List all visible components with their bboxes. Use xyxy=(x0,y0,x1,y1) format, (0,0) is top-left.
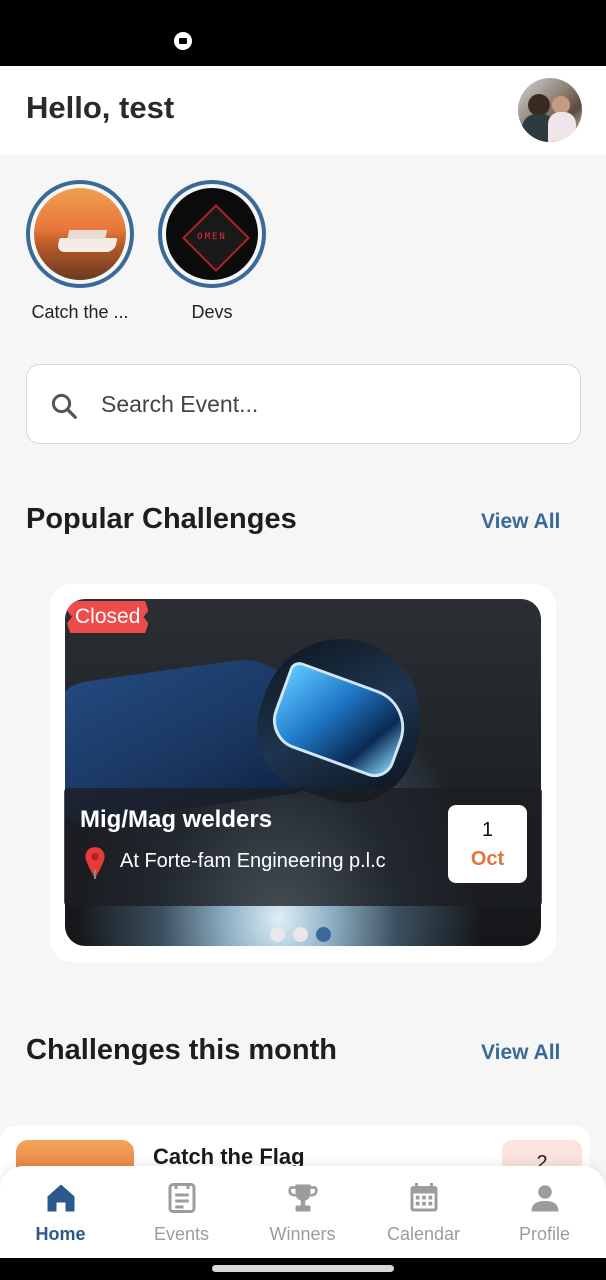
story-ring[interactable]: OMEN xyxy=(158,180,266,288)
home-gesture-handle[interactable] xyxy=(212,1265,394,1272)
location-pin-icon xyxy=(82,846,108,885)
story-item[interactable]: Catch the ... xyxy=(26,180,134,323)
story-label: Devs xyxy=(191,302,233,322)
challenge-date-day: 1 xyxy=(481,819,494,841)
section-title-popular: Popular Challenges xyxy=(26,503,297,535)
status-bar xyxy=(0,0,606,66)
nav-home[interactable]: Home xyxy=(0,1166,121,1258)
user-avatar[interactable] xyxy=(518,78,582,142)
story-image-omen-logo: OMEN xyxy=(166,188,258,280)
challenge-location: At Forte-fam Engineering p.l.c xyxy=(120,850,386,872)
carousel-dot[interactable] xyxy=(293,927,308,942)
profile-icon xyxy=(527,1180,563,1216)
search-bar[interactable] xyxy=(26,364,581,444)
closed-badge: Closed xyxy=(67,601,149,633)
nav-winners[interactable]: Winners xyxy=(242,1166,363,1258)
gesture-bar xyxy=(0,1258,606,1280)
section-title-month: Challenges this month xyxy=(26,1034,337,1066)
challenge-info-bar: Mig/Mag welders At Forte-fam Engineering… xyxy=(64,788,542,906)
story-item[interactable]: OMEN Devs xyxy=(158,180,266,323)
nav-events[interactable]: Events xyxy=(121,1166,242,1258)
story-ring[interactable] xyxy=(26,180,134,288)
view-all-popular-link[interactable]: View All xyxy=(481,510,560,534)
challenge-date-box: 1 Oct xyxy=(448,805,527,883)
nav-calendar-label: Calendar xyxy=(386,1224,461,1244)
home-icon xyxy=(43,1180,79,1216)
greeting-title: Hello, test xyxy=(26,90,175,125)
nav-winners-label: Winners xyxy=(269,1224,336,1244)
nav-calendar[interactable]: Calendar xyxy=(363,1166,484,1258)
carousel-dot[interactable] xyxy=(270,927,285,942)
app-header: Hello, test xyxy=(0,66,606,155)
view-all-month-link[interactable]: View All xyxy=(481,1041,560,1065)
story-label: Catch the ... xyxy=(31,302,129,322)
story-image-cruise-ship xyxy=(34,188,126,280)
nav-profile[interactable]: Profile xyxy=(484,1166,605,1258)
search-input[interactable] xyxy=(101,387,551,421)
trophy-icon xyxy=(285,1180,321,1216)
nav-home-label: Home xyxy=(35,1224,86,1244)
events-icon xyxy=(164,1180,200,1216)
nav-profile-label: Profile xyxy=(518,1224,571,1244)
search-icon xyxy=(49,391,79,426)
challenge-title: Mig/Mag welders xyxy=(80,806,273,833)
bottom-navigation: Home Events Winners Calendar Profile xyxy=(0,1166,606,1258)
nav-events-label: Events xyxy=(153,1224,210,1244)
challenge-date-month: Oct xyxy=(470,848,505,870)
screen-record-icon xyxy=(174,32,192,50)
omen-logo-text: OMEN xyxy=(197,232,227,242)
calendar-icon xyxy=(406,1180,442,1216)
carousel-dot-active[interactable] xyxy=(316,927,331,942)
carousel-indicator xyxy=(270,927,339,947)
